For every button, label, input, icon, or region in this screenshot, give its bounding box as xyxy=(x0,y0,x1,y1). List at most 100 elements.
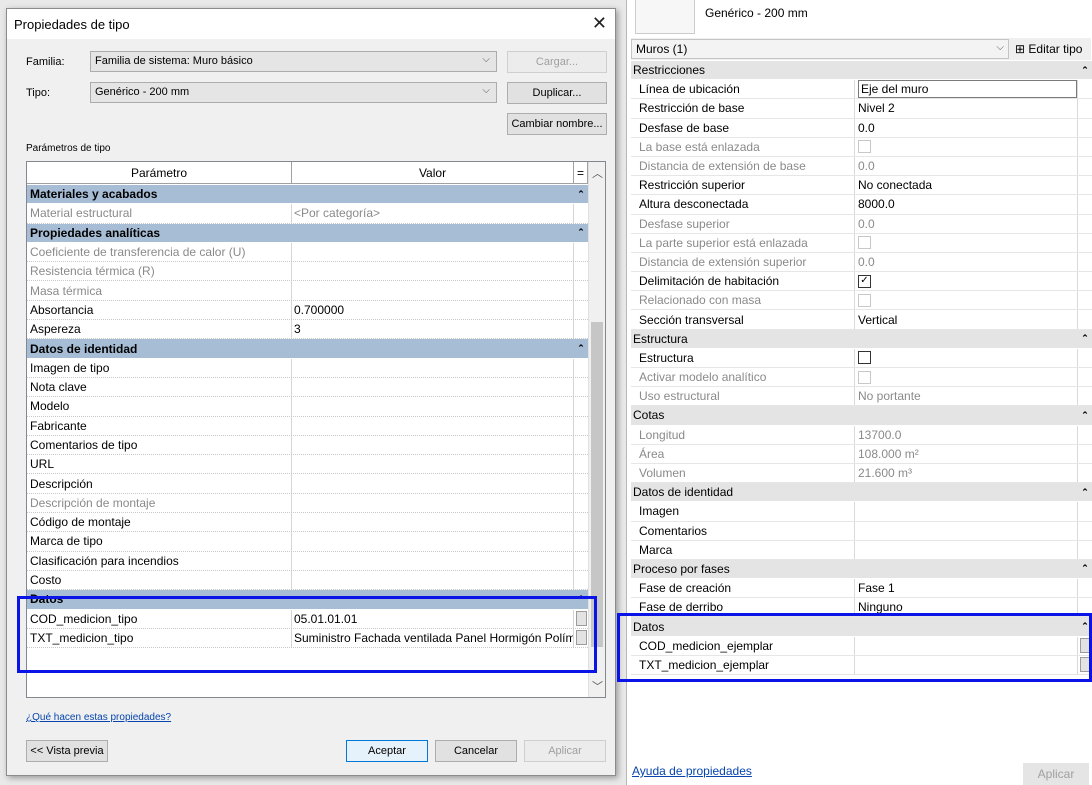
parameter-row[interactable]: Costo xyxy=(27,570,588,591)
property-row[interactable]: Volumen 21.600 m³ xyxy=(631,463,1092,484)
property-row[interactable]: Comentarios xyxy=(631,521,1092,541)
parameter-row[interactable]: Material estructural <Por categoría> xyxy=(27,204,588,224)
collapse-icon[interactable]: ⌃ xyxy=(574,590,588,608)
edit-value-button[interactable] xyxy=(1079,657,1091,673)
parameter-row[interactable]: Clasificación para incendios xyxy=(27,551,588,571)
parameter-row[interactable]: Modelo xyxy=(27,397,588,417)
property-row[interactable]: Restricción de base Nivel 2 xyxy=(631,99,1092,119)
parameter-value[interactable]: 3 xyxy=(292,320,574,339)
parameter-row[interactable]: Fabricante xyxy=(27,416,588,436)
property-value[interactable]: Fase 1 xyxy=(855,579,1078,598)
property-row[interactable]: Distancia de extensión superior 0.0 xyxy=(631,252,1092,273)
parameter-row[interactable]: Descripción de montaje xyxy=(27,493,588,514)
close-icon[interactable]: ✕ xyxy=(592,13,607,34)
parameter-row[interactable]: Descripción xyxy=(27,474,588,494)
category-row[interactable]: Datos ⌃ xyxy=(631,617,1092,637)
property-row[interactable]: Línea de ubicación Eje del muro xyxy=(631,80,1092,100)
column-header-parameter[interactable]: Parámetro xyxy=(27,162,292,183)
property-row[interactable]: Activar modelo analítico xyxy=(631,368,1092,388)
category-row[interactable]: Materiales y acabados ⌃ xyxy=(27,185,588,205)
property-value[interactable]: 8000.0 xyxy=(855,195,1078,214)
property-row[interactable]: Marca xyxy=(631,540,1092,560)
category-row[interactable]: Restricciones ⌃ xyxy=(631,61,1092,81)
parameter-row[interactable]: Resistencia térmica (R) xyxy=(27,262,588,282)
scrollbar-thumb[interactable] xyxy=(591,322,603,647)
parameter-value[interactable]: 0.700000 xyxy=(292,300,574,320)
property-row[interactable]: TXT_medicion_ejemplar xyxy=(631,655,1092,675)
edit-value-button[interactable] xyxy=(575,630,587,646)
property-row[interactable]: Altura desconectada 8000.0 xyxy=(631,195,1092,215)
category-row[interactable]: Estructura ⌃ xyxy=(631,329,1092,349)
property-row[interactable]: La parte superior está enlazada xyxy=(631,233,1092,253)
collapse-icon[interactable]: ⌃ xyxy=(574,339,588,357)
property-row[interactable]: Estructura xyxy=(631,348,1092,368)
checkbox[interactable] xyxy=(858,351,871,365)
palette-apply-button[interactable]: Aplicar xyxy=(1023,763,1089,785)
edit-value-button[interactable] xyxy=(1079,638,1091,654)
family-select[interactable]: Familia de sistema: Muro básico ⌵ xyxy=(90,51,497,72)
type-select[interactable]: Genérico - 200 mm ⌵ xyxy=(90,82,497,103)
parameter-value[interactable] xyxy=(292,570,574,590)
parameter-value[interactable] xyxy=(292,377,574,397)
parameter-value[interactable] xyxy=(292,358,574,377)
properties-help-link[interactable]: Ayuda de propiedades xyxy=(632,764,752,778)
category-row[interactable]: Propiedades analíticas ⌃ xyxy=(27,223,588,243)
parameter-row[interactable]: Coeficiente de transferencia de calor (U… xyxy=(27,242,588,263)
column-header-formula[interactable]: = xyxy=(574,162,588,183)
selection-filter-select[interactable]: Muros (1) ⌵ xyxy=(631,39,1009,59)
parameter-row[interactable]: Absortancia 0.700000 xyxy=(27,300,588,321)
parameter-row[interactable]: URL xyxy=(27,455,588,475)
edit-type-button[interactable]: ⊞ Editar tipo xyxy=(1015,42,1082,56)
property-row[interactable]: La base está enlazada xyxy=(631,137,1092,157)
scroll-up-icon[interactable]: ︿ xyxy=(592,165,603,181)
property-row[interactable]: Uso estructural No portante xyxy=(631,387,1092,407)
collapse-icon[interactable]: ⌃ xyxy=(574,185,588,203)
load-button[interactable]: Cargar... xyxy=(507,51,607,73)
parameter-row[interactable]: Aspereza 3 xyxy=(27,320,588,340)
parameter-row[interactable]: Imagen de tipo xyxy=(27,358,588,378)
parameter-value[interactable]: 05.01.01.01 xyxy=(292,609,574,628)
property-value[interactable]: Nivel 2 xyxy=(855,99,1078,118)
collapse-icon[interactable]: ⌃ xyxy=(1078,560,1092,578)
property-row[interactable]: Área 108.000 m² xyxy=(631,444,1092,464)
checkbox[interactable]: ✓ xyxy=(858,274,871,288)
parameter-value[interactable] xyxy=(292,416,574,435)
property-row[interactable]: Sección transversal Vertical xyxy=(631,310,1092,330)
parameter-row[interactable]: Masa térmica xyxy=(27,281,588,301)
collapse-icon[interactable]: ⌃ xyxy=(1078,483,1092,501)
parameter-value[interactable] xyxy=(292,551,574,570)
property-value[interactable] xyxy=(855,655,1078,674)
category-row[interactable]: Datos ⌃ xyxy=(27,590,588,610)
cancel-button[interactable]: Cancelar xyxy=(435,740,517,762)
ok-button[interactable]: Aceptar xyxy=(346,740,428,762)
edit-value-button[interactable] xyxy=(575,611,587,627)
apply-button[interactable]: Aplicar xyxy=(524,740,606,762)
property-row[interactable]: Delimitación de habitación ✓ xyxy=(631,272,1092,292)
rename-button[interactable]: Cambiar nombre... xyxy=(507,113,607,135)
type-selector-name[interactable]: Genérico - 200 mm xyxy=(705,6,808,20)
property-value[interactable]: 0.0 xyxy=(855,118,1078,137)
parameter-row[interactable]: Marca de tipo xyxy=(27,532,588,552)
column-header-value[interactable]: Valor xyxy=(292,162,574,183)
property-value[interactable]: No conectada xyxy=(855,176,1078,195)
category-row[interactable]: Datos de identidad ⌃ xyxy=(631,483,1092,503)
property-value-input[interactable]: Eje del muro xyxy=(858,80,1077,99)
property-value[interactable]: Eje del muro xyxy=(855,80,1078,99)
collapse-icon[interactable]: ⌃ xyxy=(1078,617,1092,635)
property-row[interactable]: Distancia de extensión de base 0.0 xyxy=(631,156,1092,177)
parameter-row[interactable]: Código de montaje xyxy=(27,513,588,533)
property-row[interactable]: Restricción superior No conectada xyxy=(631,176,1092,196)
category-row[interactable]: Proceso por fases ⌃ xyxy=(631,559,1092,580)
preview-button[interactable]: << Vista previa xyxy=(26,740,108,762)
parameter-value[interactable] xyxy=(292,397,574,416)
collapse-icon[interactable]: ⌃ xyxy=(1078,406,1092,424)
property-value[interactable] xyxy=(855,502,1078,521)
parameter-row[interactable]: Nota clave xyxy=(27,377,588,398)
parameter-value[interactable] xyxy=(292,455,574,474)
parameter-value[interactable]: Suministro Fachada ventilada Panel Hormi… xyxy=(292,628,574,648)
collapse-icon[interactable]: ⌃ xyxy=(574,224,588,242)
parameter-value[interactable] xyxy=(292,513,574,532)
category-row[interactable]: Datos de identidad ⌃ xyxy=(27,339,588,359)
category-row[interactable]: Cotas ⌃ xyxy=(631,406,1092,426)
property-row[interactable]: Desfase superior 0.0 xyxy=(631,214,1092,234)
